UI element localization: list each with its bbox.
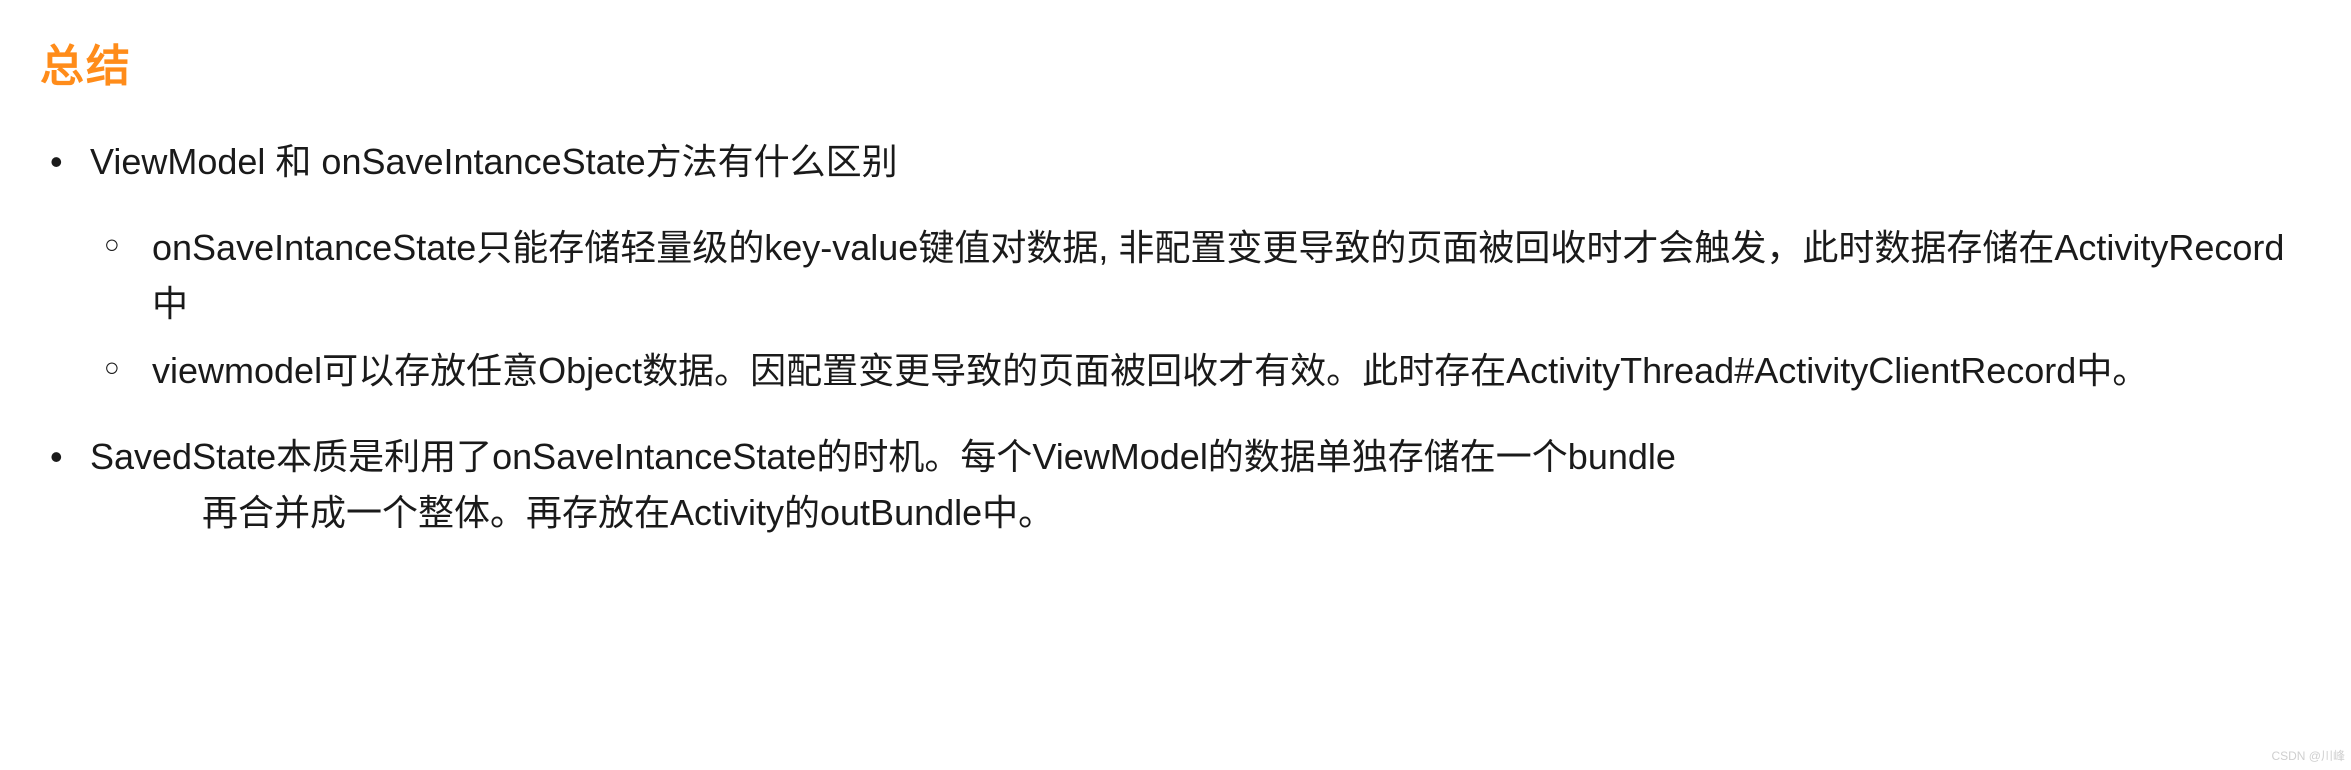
inner-list: onSaveIntanceState只能存储轻量级的key-value键值对数据… (90, 220, 2311, 399)
list-item: ViewModel 和 onSaveIntanceState方法有什么区别 on… (90, 134, 2311, 399)
list-item-text: ViewModel 和 onSaveIntanceState方法有什么区别 (90, 141, 898, 182)
list-item: SavedState本质是利用了onSaveIntanceState的时机。每个… (90, 429, 2311, 541)
outer-list: ViewModel 和 onSaveIntanceState方法有什么区别 on… (40, 134, 2311, 541)
list-item-continuation: 再合并成一个整体。再存放在Activity的outBundle中。 (90, 485, 2311, 541)
watermark: CSDN @川峰 (2271, 747, 2345, 764)
list-item-text: SavedState本质是利用了onSaveIntanceState的时机。每个… (90, 436, 1676, 477)
sub-list-item: onSaveIntanceState只能存储轻量级的key-value键值对数据… (152, 220, 2311, 332)
sub-list-item: viewmodel可以存放任意Object数据。因配置变更导致的页面被回收才有效… (152, 343, 2311, 399)
section-heading: 总结 (40, 30, 2311, 94)
